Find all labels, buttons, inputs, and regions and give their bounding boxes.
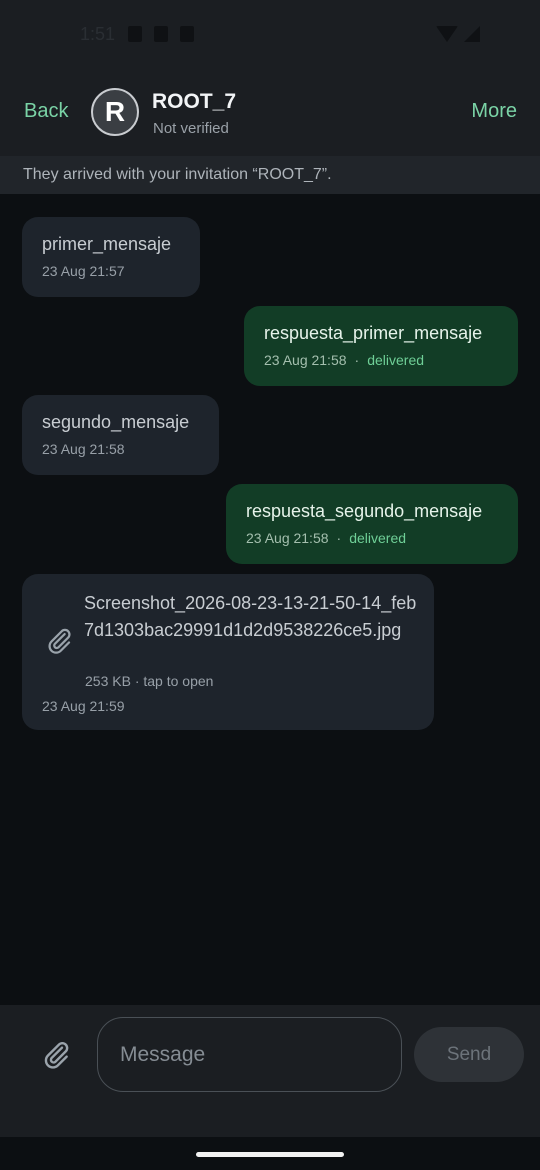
contact-name[interactable]: ROOT_7 — [152, 90, 236, 114]
invitation-notice: They arrived with your invitation “ROOT_… — [0, 156, 540, 194]
meta-separator: · — [354, 352, 360, 368]
message-time: 23 Aug 21:57 — [42, 263, 125, 279]
status-icons-right — [436, 26, 480, 42]
message-composer: Send — [0, 1005, 540, 1137]
message-time: 23 Aug 21:58 — [264, 352, 347, 368]
attachment-info: 253 KB · tap to open — [85, 673, 214, 689]
message-bubble-incoming[interactable]: segundo_mensaje 23 Aug 21:58 — [22, 395, 219, 475]
wifi-icon — [436, 26, 458, 42]
back-button[interactable]: Back — [24, 100, 68, 123]
message-meta: 23 Aug 21:58 · delivered — [246, 530, 498, 546]
message-time: 23 Aug 21:59 — [42, 698, 125, 714]
signal-icon — [464, 26, 480, 42]
attachment-file-name: Screenshot_2026-08-23-13-21-50-14_feb7d1… — [84, 593, 417, 640]
message-meta: 23 Aug 21:58 · delivered — [264, 352, 498, 368]
message-bubble-outgoing[interactable]: respuesta_primer_mensaje 23 Aug 21:58 · de… — [244, 306, 518, 386]
chat-screen: 1:51 Back R ROOT_7 Not verified More The… — [0, 0, 540, 1170]
message-time: 23 Aug 21:58 — [42, 441, 125, 457]
delivery-status: delivered — [367, 352, 425, 368]
message-text: respuesta_segundo_mensaje — [246, 501, 483, 521]
more-button[interactable]: More — [471, 100, 517, 123]
message-input[interactable] — [97, 1017, 402, 1092]
attachment-bubble[interactable]: Screenshot_2026-08-23-13-21-50-14_feb7d1… — [22, 574, 434, 730]
status-icons-left — [128, 26, 194, 42]
message-text: segundo_mensaje — [42, 412, 190, 432]
attach-file-button[interactable] — [40, 1039, 72, 1071]
sim-card-icon — [180, 26, 194, 42]
message-bubble-outgoing[interactable]: respuesta_segundo_mensaje 23 Aug 21:58 · d… — [226, 484, 518, 564]
home-indicator[interactable] — [196, 1152, 344, 1157]
message-time: 23 Aug 21:58 — [246, 530, 329, 546]
avatar[interactable]: R — [91, 88, 139, 136]
status-bar: 1:51 — [0, 0, 540, 72]
send-button[interactable]: Send — [414, 1027, 524, 1082]
paperclip-icon — [48, 628, 71, 654]
chat-header: Back R ROOT_7 Not verified More — [0, 72, 540, 156]
message-bubble-incoming[interactable]: primer_mensaje 23 Aug 21:57 — [22, 217, 200, 297]
status-time: 1:51 — [80, 24, 116, 44]
message-text: primer_mensaje — [42, 234, 172, 254]
navigation-bar — [0, 1137, 540, 1170]
meta-separator: · — [336, 530, 342, 546]
download-icon — [154, 26, 168, 42]
message-text: respuesta_primer_mensaje — [264, 323, 483, 343]
delivery-status: delivered — [349, 530, 407, 546]
verification-status: Not verified — [153, 120, 229, 137]
lock-icon — [128, 26, 142, 42]
